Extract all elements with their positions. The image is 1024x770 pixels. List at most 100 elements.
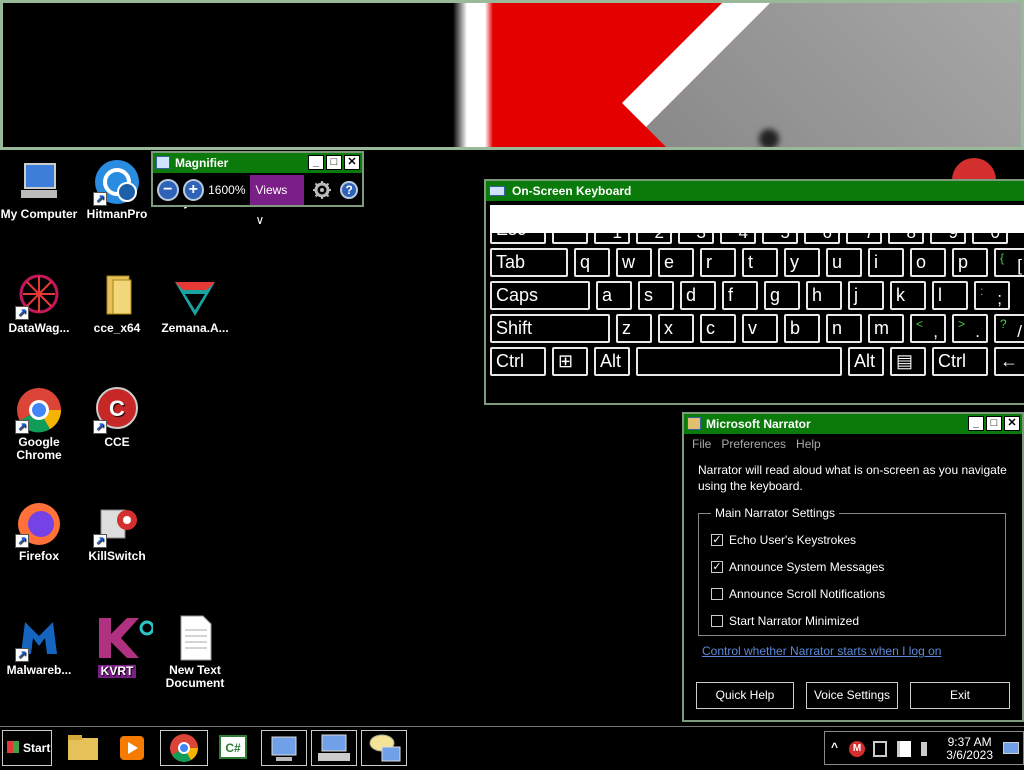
taskbar-magnifier[interactable] [261,730,307,766]
start-button[interactable]: Start [2,730,52,766]
taskbar-osk[interactable] [311,730,357,766]
osk-key[interactable]: e [658,248,694,277]
osk-key[interactable]: Ctrl [490,347,546,376]
maximize-button[interactable]: □ [326,155,342,170]
osk-key[interactable]: n [826,314,862,343]
osk-key[interactable] [636,347,842,376]
osk-key[interactable]: d [680,281,716,310]
desktop-icon-chrome[interactable]: ↗ Google Chrome [0,386,79,462]
osk-key[interactable]: c [700,314,736,343]
osk-key[interactable]: s [638,281,674,310]
checkbox[interactable]: ✓ [711,533,723,546]
osk-key[interactable]: g [764,281,800,310]
desktop-icon-malwarebytes[interactable]: ↗ Malwareb... [0,614,79,677]
osk-key[interactable]: >. [952,314,988,343]
osk-key[interactable]: ▤ [890,347,926,376]
osk-key[interactable]: u [826,248,862,277]
exit-button[interactable]: Exit [910,682,1010,709]
desktop-icon-cce[interactable]: C ↗ CCE [77,386,157,449]
desktop-icon-my-computer[interactable]: My Computer [0,158,79,221]
osk-key[interactable]: z [616,314,652,343]
osk-key[interactable]: Tab [490,248,568,277]
osk-key[interactable]: :; [974,281,1010,310]
desktop-icon-hitmanpro[interactable]: ↗ HitmanPro [77,158,157,221]
desktop-icon-zemana[interactable]: Zemana.A... [155,272,235,335]
logon-settings-link[interactable]: Control whether Narrator starts when I l… [702,644,1022,658]
osk-key[interactable]: <, [910,314,946,343]
quick-help-button[interactable]: Quick Help [696,682,794,709]
taskbar-media-player[interactable] [112,730,158,766]
osk-key[interactable]: {[ [994,248,1024,277]
close-button[interactable]: ✕ [1004,416,1020,431]
views-dropdown[interactable]: Views ∨ [249,175,305,227]
option-announce-system[interactable]: ✓ Announce System Messages [711,553,995,580]
osk-key[interactable]: b [784,314,820,343]
osk-key[interactable]: ? / [994,314,1024,343]
tray-antivirus-icon[interactable]: M [849,741,865,757]
osk-key[interactable]: t [742,248,778,277]
taskbar-narrator[interactable] [361,730,407,766]
osk-key[interactable]: w [616,248,652,277]
checkbox[interactable] [711,587,723,600]
menu-file[interactable]: File [692,437,711,451]
minimize-button[interactable]: _ [308,155,324,170]
osk-key[interactable]: Caps [490,281,590,310]
osk-titlebar[interactable]: On-Screen Keyboard [486,181,1024,201]
magnifier-titlebar[interactable]: Magnifier _ □ ✕ [153,153,362,173]
show-desktop-icon[interactable] [1003,742,1019,754]
osk-key[interactable]: Shift [490,314,610,343]
osk-key[interactable]: v [742,314,778,343]
close-button[interactable]: ✕ [344,155,360,170]
zoom-out-button[interactable]: − [157,179,179,201]
osk-key[interactable]: a [596,281,632,310]
option-start-minimized[interactable]: Start Narrator Minimized [711,607,995,634]
clock[interactable]: 9:37 AM 3/6/2023 [946,736,993,762]
osk-key[interactable]: l [932,281,968,310]
osk-key[interactable]: o [910,248,946,277]
maximize-button[interactable]: □ [986,416,1002,431]
checkbox[interactable] [711,614,723,627]
osk-key[interactable]: Alt [848,347,884,376]
gear-icon[interactable] [312,180,332,200]
osk-key[interactable]: j [848,281,884,310]
desktop-icon-new-text[interactable]: New Text Document [155,614,235,690]
osk-key[interactable]: r [700,248,736,277]
taskbar-csharp[interactable]: C# [212,730,258,766]
osk-key[interactable]: x [658,314,694,343]
network-icon[interactable] [873,741,887,757]
osk-key[interactable]: Ctrl [932,347,988,376]
action-center-flag-icon[interactable] [897,741,911,757]
menu-preferences[interactable]: Preferences [721,437,786,451]
windows-logo-icon [7,741,19,753]
osk-key[interactable]: y [784,248,820,277]
osk-key[interactable]: k [890,281,926,310]
osk-key[interactable]: i [868,248,904,277]
osk-key[interactable]: m [868,314,904,343]
volume-icon[interactable] [921,742,933,756]
desktop-icon-kvrt[interactable]: KVRT [77,614,157,678]
option-echo-keystrokes[interactable]: ✓ Echo User's Keystrokes [711,526,995,553]
desktop-icon-cce-x64[interactable]: cce_x64 [77,272,157,335]
option-announce-scroll[interactable]: Announce Scroll Notifications [711,580,995,607]
help-button[interactable]: ? [340,181,359,199]
tray-chevron-icon[interactable]: ^ [831,740,838,754]
narrator-app-icon [687,417,701,430]
menu-help[interactable]: Help [796,437,821,451]
osk-key[interactable]: q [574,248,610,277]
checkbox[interactable]: ✓ [711,560,723,573]
osk-key[interactable]: f [722,281,758,310]
osk-key[interactable]: h [806,281,842,310]
osk-key[interactable]: p [952,248,988,277]
desktop-icon-firefox[interactable]: ↗ Firefox [0,500,79,563]
narrator-titlebar[interactable]: Microsoft Narrator _ □ ✕ [684,414,1022,434]
osk-key[interactable]: Alt [594,347,630,376]
minimize-button[interactable]: _ [968,416,984,431]
taskbar-explorer[interactable] [62,730,110,766]
desktop-icon-datawag[interactable]: ↗ DataWag... [0,272,79,335]
desktop-icon-killswitch[interactable]: ↗ KillSwitch [77,500,157,563]
zoom-in-button[interactable]: + [182,179,205,201]
osk-key[interactable]: ⊞ [552,347,588,376]
taskbar-chrome[interactable] [160,730,208,766]
osk-key[interactable]: ← [994,347,1024,376]
voice-settings-button[interactable]: Voice Settings [806,682,898,709]
